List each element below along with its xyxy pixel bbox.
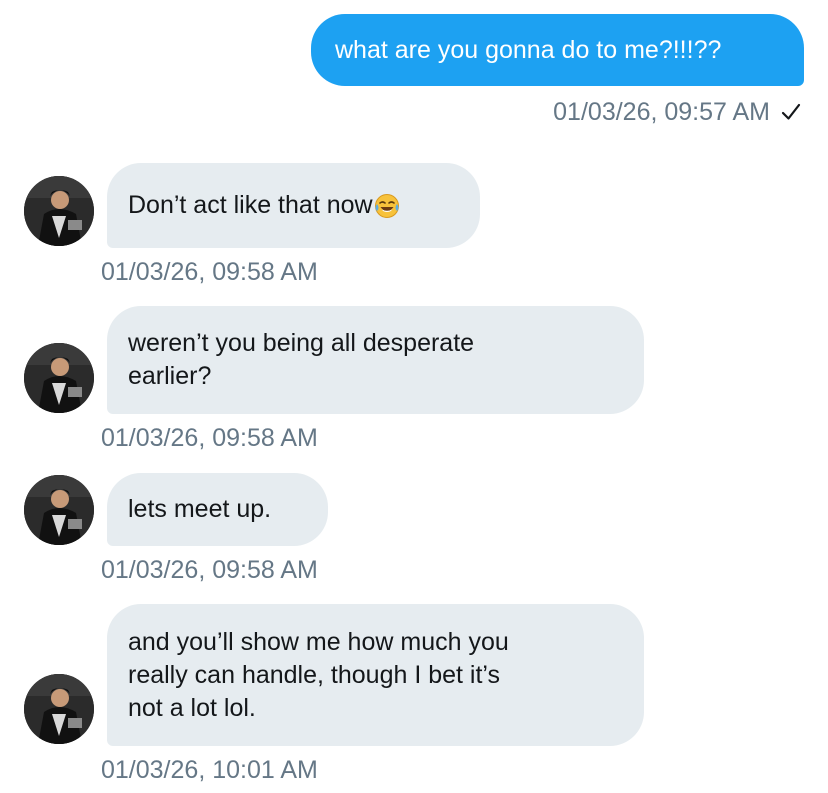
message-text: lets meet up. <box>128 495 272 523</box>
message-timestamp: 01/03/26, 09:58 AM <box>101 258 318 286</box>
message-text: and you’ll show me how much you really c… <box>128 627 509 722</box>
message-text: weren’t you being all desperate earlier? <box>128 329 475 390</box>
received-message-bubble[interactable]: weren’t you being all desperate earlier? <box>107 306 644 414</box>
sent-message-bubble[interactable]: what are you gonna do to me?!!!?? <box>311 14 804 86</box>
received-message-bubble[interactable]: and you’ll show me how much you really c… <box>107 604 644 746</box>
avatar[interactable] <box>24 475 94 545</box>
message-timestamp: 01/03/26, 09:58 AM <box>101 424 318 452</box>
received-message-bubble[interactable]: Don’t act like that now <box>107 163 480 248</box>
avatar[interactable] <box>24 674 94 744</box>
avatar[interactable] <box>24 176 94 246</box>
message-timestamp: 01/03/26, 10:01 AM <box>101 756 318 784</box>
message-text: what are you gonna do to me?!!!?? <box>335 35 722 64</box>
message-meta: 01/03/26, 09:57 AM <box>553 97 802 127</box>
message-timestamp: 01/03/26, 09:57 AM <box>553 98 770 126</box>
avatar[interactable] <box>24 343 94 413</box>
face-with-tears-of-joy-icon <box>374 193 399 218</box>
check-icon <box>781 103 801 120</box>
message-text: Don’t act like that now <box>128 191 373 219</box>
received-message-bubble[interactable]: lets meet up. <box>107 473 328 546</box>
message-timestamp: 01/03/26, 09:58 AM <box>101 556 318 584</box>
